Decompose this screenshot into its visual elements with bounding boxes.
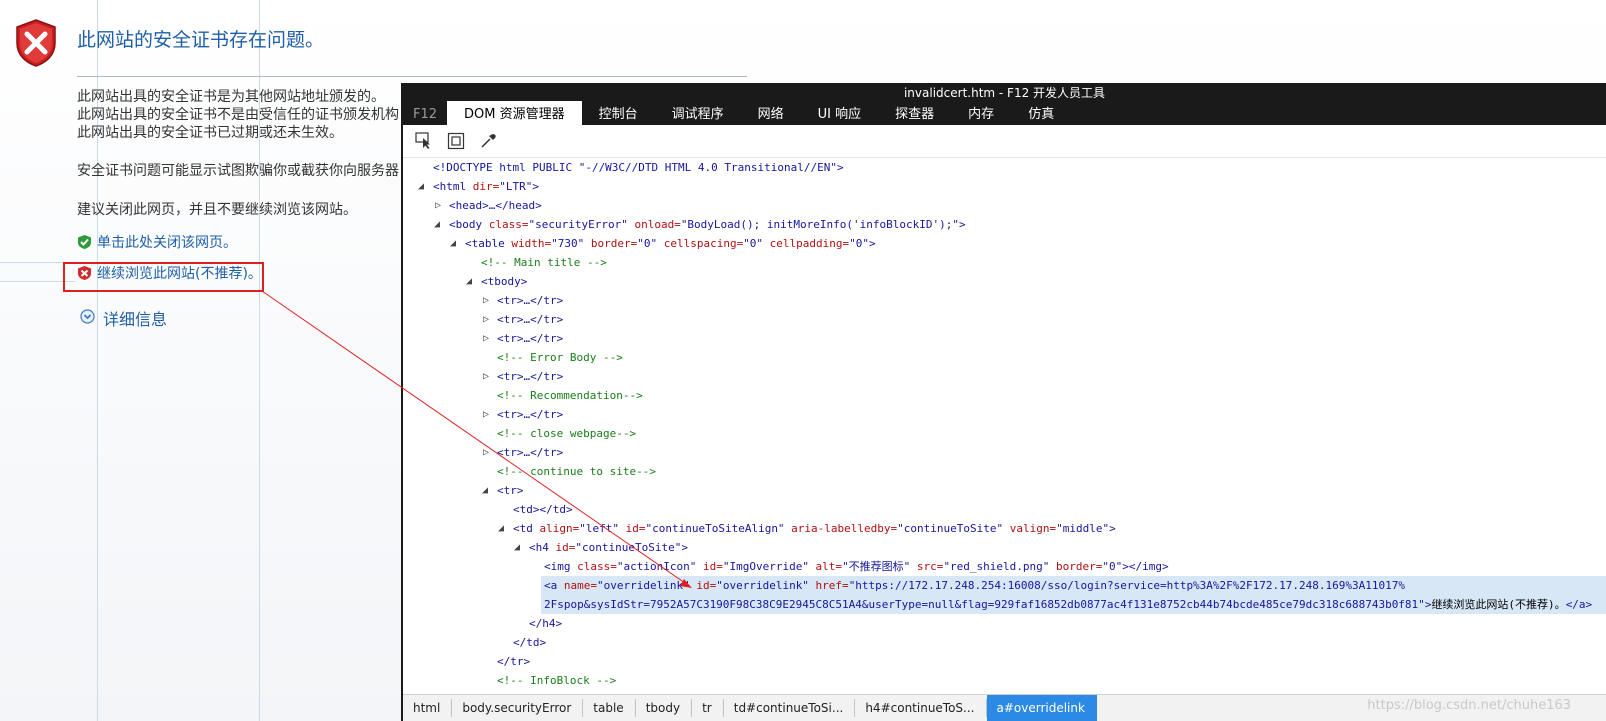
tab-console[interactable]: 控制台: [582, 103, 655, 125]
tab-network[interactable]: 网络: [741, 103, 801, 125]
collapsed-triangle-icon[interactable]: ▷: [435, 196, 441, 215]
dom-node-tr[interactable]: ▷ <tr>…</tr>: [403, 443, 1606, 462]
dom-node-tr[interactable]: ◢ <tr>: [403, 481, 1606, 500]
dom-node-tbody[interactable]: ◢ <tbody>: [403, 272, 1606, 291]
dom-node-tr[interactable]: ▷ <tr>…</tr>: [403, 367, 1606, 386]
dom-comment[interactable]: <!-- Error Body -->: [403, 348, 1606, 367]
devtools-tab-bar: F12 DOM 资源管理器 控制台 调试程序 网络 UI 响应 探查器 内存 仿…: [403, 101, 1606, 125]
collapsed-triangle-icon[interactable]: ▷: [483, 405, 489, 424]
close-page-link-label: 单击此处关闭该网页。: [97, 235, 237, 251]
red-shield-icon: [77, 265, 92, 281]
dom-node-h4-close[interactable]: </h4>: [403, 614, 1606, 633]
dom-node-h4[interactable]: ◢ <h4 id="continueToSite">: [403, 538, 1606, 557]
dom-node-a-selected-cont[interactable]: 2Fspop&sysIdStr=7952A57C3190F98C38C9E294…: [541, 595, 1606, 614]
dom-node-td-close[interactable]: </td>: [403, 633, 1606, 652]
highlight-element-icon[interactable]: [447, 132, 465, 150]
expanded-triangle-icon[interactable]: ◢: [482, 481, 488, 500]
dom-comment[interactable]: <!-- Recommendation-->: [403, 386, 1606, 405]
dom-node-td[interactable]: <td></td>: [403, 500, 1606, 519]
color-picker-icon[interactable]: [479, 132, 497, 150]
breadcrumb-item[interactable]: td#continueToSi...: [724, 695, 856, 721]
reason-line: 此网站出具的安全证书是为其他网站地址颁发的。: [77, 89, 385, 105]
chevron-down-circle-icon: [80, 308, 95, 328]
dom-tree: <!DOCTYPE html PUBLIC "-//W3C//DTD HTML …: [403, 158, 1606, 693]
expanded-triangle-icon[interactable]: ◢: [418, 177, 424, 196]
dom-node-body[interactable]: ◢ <body class="securityError" onload="Bo…: [403, 215, 1606, 234]
collapsed-triangle-icon[interactable]: ▷: [483, 291, 489, 310]
dom-comment[interactable]: <!-- InfoBlock -->: [403, 671, 1606, 690]
dom-node-head[interactable]: ▷ <head>…</head>: [403, 196, 1606, 215]
dom-node-tr[interactable]: ▷ <tr>…</tr>: [403, 310, 1606, 329]
devtools-title: invalidcert.htm - F12 开发人员工具: [403, 83, 1606, 103]
more-info-toggle[interactable]: 详细信息: [80, 306, 167, 330]
dom-node-html[interactable]: ◢ <html dir="LTR">: [403, 177, 1606, 196]
breadcrumb-item[interactable]: body.securityError: [452, 695, 584, 721]
dom-node-a-selected[interactable]: <a name="overridelink" id="overridelink"…: [541, 576, 1606, 595]
breadcrumb-item[interactable]: tr: [692, 695, 724, 721]
expanded-triangle-icon[interactable]: ◢: [466, 272, 472, 291]
dom-node-img[interactable]: <img class="actionIcon" id="ImgOverride"…: [403, 557, 1606, 576]
collapsed-triangle-icon[interactable]: ▷: [483, 367, 489, 386]
reason-line: 此网站出具的安全证书不是由受信任的证书颁发机构: [77, 107, 399, 123]
breadcrumb-item[interactable]: html: [403, 695, 453, 721]
warning-text: 安全证书问题可能显示试图欺骗你或截获你向服务器: [77, 163, 399, 179]
expanded-triangle-icon[interactable]: ◢: [514, 538, 520, 557]
tab-ui-responsiveness[interactable]: UI 响应: [801, 103, 878, 125]
f12-devtools-window: invalidcert.htm - F12 开发人员工具 F12 DOM 资源管…: [401, 83, 1606, 721]
advice-text: 建议关闭此网页，并且不要继续浏览该网站。: [77, 202, 357, 218]
continue-to-site-link-label: 继续浏览此网站(不推荐)。: [97, 266, 262, 282]
dom-comment[interactable]: <!-- close webpage-->: [403, 424, 1606, 443]
dom-node-tr-close[interactable]: </tr>: [403, 652, 1606, 671]
dom-node-tr[interactable]: ▷ <tr>…</tr>: [403, 291, 1606, 310]
collapsed-triangle-icon[interactable]: ▷: [483, 329, 489, 348]
dom-node-td[interactable]: ◢ <td align="left" id="continueToSiteAli…: [403, 519, 1606, 538]
tab-emulation[interactable]: 仿真: [1011, 103, 1071, 125]
divider: [77, 76, 747, 77]
tab-dom-explorer[interactable]: DOM 资源管理器: [447, 101, 582, 125]
breadcrumb-item-active[interactable]: a#overridelink: [986, 695, 1097, 721]
continue-to-site-link[interactable]: 继续浏览此网站(不推荐)。: [77, 263, 262, 283]
tab-debugger[interactable]: 调试程序: [655, 103, 741, 125]
more-info-label: 详细信息: [103, 310, 168, 329]
collapsed-triangle-icon[interactable]: ▷: [483, 443, 489, 462]
breadcrumb-item[interactable]: h4#continueToS...: [855, 695, 987, 721]
expanded-triangle-icon[interactable]: ◢: [450, 234, 456, 253]
f12-label: F12: [413, 107, 438, 122]
breadcrumb-item[interactable]: tbody: [636, 695, 693, 721]
breadcrumb-item[interactable]: table: [583, 695, 637, 721]
reason-line: 此网站出具的安全证书已过期或还未生效。: [77, 125, 343, 141]
close-page-link[interactable]: 单击此处关闭该网页。: [77, 232, 237, 252]
collapsed-triangle-icon[interactable]: ▷: [483, 310, 489, 329]
dom-node-tr[interactable]: ▷ <tr>…</tr>: [403, 329, 1606, 348]
dom-node-table[interactable]: ◢ <table width="730" border="0" cellspac…: [403, 234, 1606, 253]
dom-node-tr[interactable]: ▷ <tr>…</tr>: [403, 405, 1606, 424]
expanded-triangle-icon[interactable]: ◢: [498, 519, 504, 538]
tab-profiler[interactable]: 探查器: [878, 103, 951, 125]
tab-memory[interactable]: 内存: [951, 103, 1011, 125]
watermark: https://blog.csdn.net/chuhe163: [1367, 698, 1571, 713]
dom-comment[interactable]: <!-- continue to site-->: [403, 462, 1606, 481]
page-title: 此网站的安全证书存在问题。: [77, 29, 325, 51]
expanded-triangle-icon[interactable]: ◢: [434, 215, 440, 234]
green-shield-check-icon: [77, 234, 92, 250]
select-element-icon[interactable]: [415, 132, 433, 150]
red-shield-error-icon: [14, 18, 58, 68]
dom-node-doctype[interactable]: <!DOCTYPE html PUBLIC "-//W3C//DTD HTML …: [403, 158, 1606, 177]
dom-comment[interactable]: <!-- Main title -->: [403, 253, 1606, 272]
dom-toolbar: [403, 125, 1606, 158]
